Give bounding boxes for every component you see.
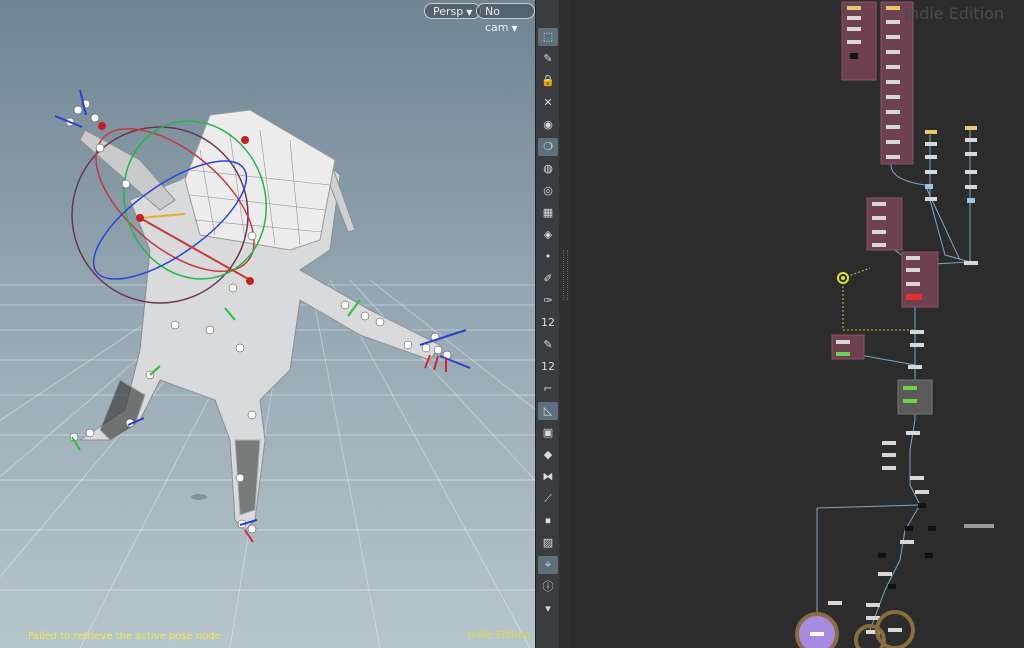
info-icon[interactable]: ⓘ bbox=[538, 578, 558, 596]
expand-icon[interactable]: ▾ bbox=[538, 600, 558, 618]
camera-menu[interactable]: No cam ▼ bbox=[476, 3, 535, 34]
chevron-down-icon: ▼ bbox=[466, 8, 473, 17]
bowtie-icon[interactable]: ⧓ bbox=[538, 468, 558, 486]
select-icon[interactable]: ⬚ bbox=[538, 28, 558, 46]
ground-marker bbox=[191, 494, 207, 500]
network-decorations bbox=[795, 272, 915, 648]
checker-icon[interactable]: ▦ bbox=[538, 204, 558, 222]
network-watermark: Indie Edition bbox=[904, 4, 1004, 23]
camera-icon[interactable]: ◈ bbox=[538, 226, 558, 244]
edition-label: Indie Edition bbox=[468, 630, 531, 641]
dot-icon[interactable]: • bbox=[538, 248, 558, 266]
count2-icon[interactable]: 12 bbox=[538, 358, 558, 376]
pose-icon[interactable]: ✎ bbox=[538, 50, 558, 68]
brush-icon[interactable]: ✐ bbox=[538, 270, 558, 288]
sphere-icon[interactable]: ◉ bbox=[538, 116, 558, 134]
joint-icon[interactable]: ⟋ bbox=[538, 490, 558, 508]
chevron-down-icon: ▼ bbox=[511, 24, 518, 33]
flat-icon[interactable]: ◺ bbox=[538, 402, 558, 420]
count-icon[interactable]: 12 bbox=[538, 314, 558, 332]
locate-icon[interactable]: ⌖ bbox=[538, 556, 558, 574]
eraser-icon[interactable]: ✎ bbox=[538, 336, 558, 354]
scene-viewport[interactable]: Persp ▼ No cam ▼ Failed to retrieve the ac… bbox=[0, 0, 535, 648]
corner-icon[interactable]: ⌐ bbox=[538, 380, 558, 398]
stop-icon[interactable]: ⏹ bbox=[538, 512, 558, 530]
network-editor[interactable]: Indie Edition bbox=[570, 0, 1024, 648]
pin-icon[interactable]: ✕ bbox=[538, 94, 558, 112]
light-icon[interactable]: ◍ bbox=[538, 160, 558, 178]
perspective-menu[interactable]: Persp ▼ bbox=[424, 3, 482, 19]
network-box-6[interactable] bbox=[897, 379, 933, 415]
grid-icon[interactable]: ▣ bbox=[538, 424, 558, 442]
image-icon[interactable]: ▨ bbox=[538, 534, 558, 552]
lock-icon[interactable]: 🔒 bbox=[538, 72, 558, 90]
divider-grip[interactable] bbox=[563, 250, 568, 300]
node-graph[interactable] bbox=[570, 0, 1024, 648]
viewport-toolbar: ⬚ ✎ 🔒 ✕ ◉ ❍ ◍ ◎ ▦ ◈ • ✐ ✑ 12 ✎ 12 ⌐ ◺ ▣ ◆ ⧓ ⟋ ⏹ ▨ ⌖ ⓘ ▾ bbox=[535, 0, 561, 648]
viewport-scene[interactable] bbox=[0, 0, 535, 648]
paint-icon[interactable]: ✑ bbox=[538, 292, 558, 310]
bone-icon[interactable]: ❍ bbox=[538, 138, 558, 156]
pane-divider[interactable] bbox=[559, 0, 570, 648]
status-message: Failed to retrieve the active pose node bbox=[28, 631, 221, 642]
perspective-menu-label: Persp bbox=[433, 5, 464, 18]
capture-icon[interactable]: ◎ bbox=[538, 182, 558, 200]
diamond-icon[interactable]: ◆ bbox=[538, 446, 558, 464]
